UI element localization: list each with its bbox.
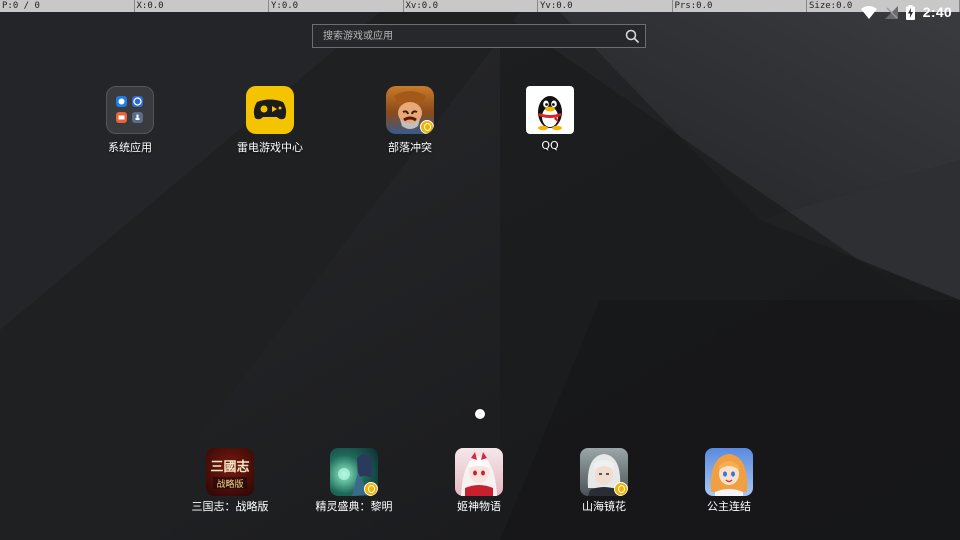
game-center-icon (246, 86, 294, 134)
wifi-icon (860, 5, 877, 19)
pointer-pressure: Prs:0.0 (673, 0, 807, 12)
status-bar: 2:40 (860, 0, 960, 24)
dock-app-mountain-sea-mirror[interactable]: 山海镜花 (549, 448, 659, 514)
page-indicator-dot (475, 409, 485, 419)
pointer-count: P:0 / 0 (0, 0, 135, 12)
pointer-x-velocity: Xv:0.0 (404, 0, 538, 12)
pointer-x: X:0.0 (135, 0, 269, 12)
elf-festival-icon (330, 448, 378, 496)
app-label: 部落冲突 (388, 141, 432, 154)
dock-app-elf-festival[interactable]: 精灵盛典：黎明 (299, 448, 409, 514)
search-box[interactable] (312, 24, 646, 48)
download-badge-icon (420, 120, 434, 134)
dock-app-three-kingdoms[interactable]: 三國志 战略版 三国志：战略版 (175, 448, 285, 514)
download-badge-icon (364, 482, 378, 496)
three-kingdoms-icon-subtitle: 战略版 (216, 478, 243, 490)
mountain-sea-mirror-icon (580, 448, 628, 496)
goddess-story-icon (455, 448, 503, 496)
search-input[interactable] (313, 24, 619, 48)
qq-penguin-icon (526, 86, 574, 134)
princess-connect-icon (705, 448, 753, 496)
app-qq[interactable]: QQ (500, 86, 600, 152)
pointer-y-velocity: Yv:0.0 (538, 0, 673, 12)
app-label: 精灵盛典：黎明 (315, 500, 393, 513)
three-kingdoms-icon-title: 三國志 (210, 459, 249, 475)
download-badge-icon (614, 482, 628, 496)
three-kingdoms-icon: 三國志 战略版 (206, 448, 254, 496)
app-system-apps[interactable]: 系统应用 (80, 86, 180, 155)
pointer-location-bar: P:0 / 0 X:0.0 Y:0.0 Xv:0.0 Yv:0.0 Prs:0.… (0, 0, 960, 12)
pointer-y: Y:0.0 (269, 0, 404, 12)
app-label: 三国志：战略版 (191, 500, 269, 513)
dock-app-goddess-story[interactable]: 姬神物语 (424, 448, 534, 514)
app-clash-of-clans[interactable]: 部落冲突 (360, 86, 460, 155)
app-label: 系统应用 (108, 141, 152, 154)
dock-app-princess-connect[interactable]: 公主连结 (674, 448, 784, 514)
app-game-center[interactable]: 雷电游戏中心 (220, 86, 320, 155)
clash-of-clans-icon (386, 86, 434, 134)
clock: 2:40 (922, 4, 952, 20)
search-icon[interactable] (619, 25, 645, 47)
app-label: QQ (541, 139, 559, 152)
battery-charging-icon (905, 4, 915, 20)
app-label: 姬神物语 (457, 500, 501, 513)
app-label: 山海镜花 (582, 500, 626, 513)
app-label: 雷电游戏中心 (237, 141, 303, 154)
no-signal-icon (884, 5, 898, 19)
system-apps-folder-icon (106, 86, 154, 134)
app-label: 公主连结 (707, 500, 751, 513)
